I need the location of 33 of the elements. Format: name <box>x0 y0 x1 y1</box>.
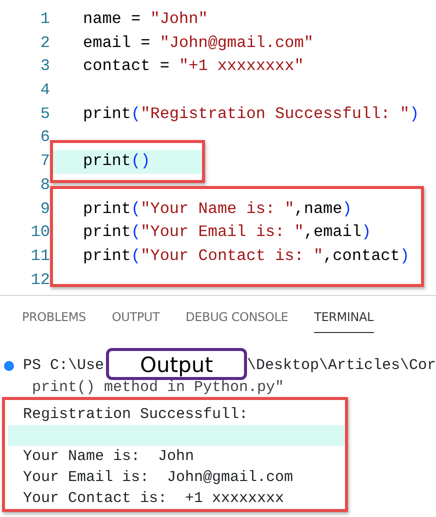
line-number: 12 <box>30 270 50 289</box>
code-line: print() <box>83 152 150 170</box>
panel-tab[interactable]: PROBLEMS <box>22 308 86 333</box>
code-line: print("Your Name is: ",name) <box>83 200 352 218</box>
terminal-text: PS C:\Use <box>23 357 104 374</box>
terminal-text: print() method in Python.py" <box>32 379 284 396</box>
panel-tab[interactable]: DEBUG CONSOLE <box>186 308 288 333</box>
line-number: 6 <box>40 128 50 146</box>
line-number: 10 <box>30 223 50 242</box>
code-line: print("Your Contact is: ",contact) <box>83 246 410 265</box>
line-number: 1 <box>40 10 50 28</box>
terminal-text: Your Name is: John <box>23 448 194 465</box>
callout-label: Output <box>106 348 247 380</box>
line-number: 8 <box>40 176 50 194</box>
code-line: name = "John" <box>83 10 208 28</box>
line-number: 3 <box>40 57 50 76</box>
line-number: 4 <box>40 81 50 100</box>
code-line: print("Registration Successfull: ") <box>83 104 420 123</box>
line-number: 11 <box>30 246 50 265</box>
code-line: email = "John@gmail.com" <box>83 34 314 52</box>
terminal-text: Your Contact is: +1 xxxxxxxx <box>23 490 284 507</box>
panel-tab[interactable]: TERMINAL <box>314 308 374 333</box>
panel-tab[interactable]: OUTPUT <box>112 308 160 333</box>
line-number: 7 <box>40 152 50 170</box>
terminal-text: Registration Successfull: <box>23 406 248 423</box>
terminal-text: \Desktop\Articles\Cor <box>247 357 436 374</box>
code-line: print("Your Email is: ",email) <box>83 223 372 242</box>
status-dot-icon <box>4 361 14 371</box>
line-number: 5 <box>40 104 50 123</box>
line-number: 9 <box>40 200 50 218</box>
line-number: 2 <box>40 34 50 52</box>
terminal-text: Your Email is: John@gmail.com <box>23 469 294 486</box>
code-line: contact = "+1 xxxxxxxx" <box>83 57 304 76</box>
